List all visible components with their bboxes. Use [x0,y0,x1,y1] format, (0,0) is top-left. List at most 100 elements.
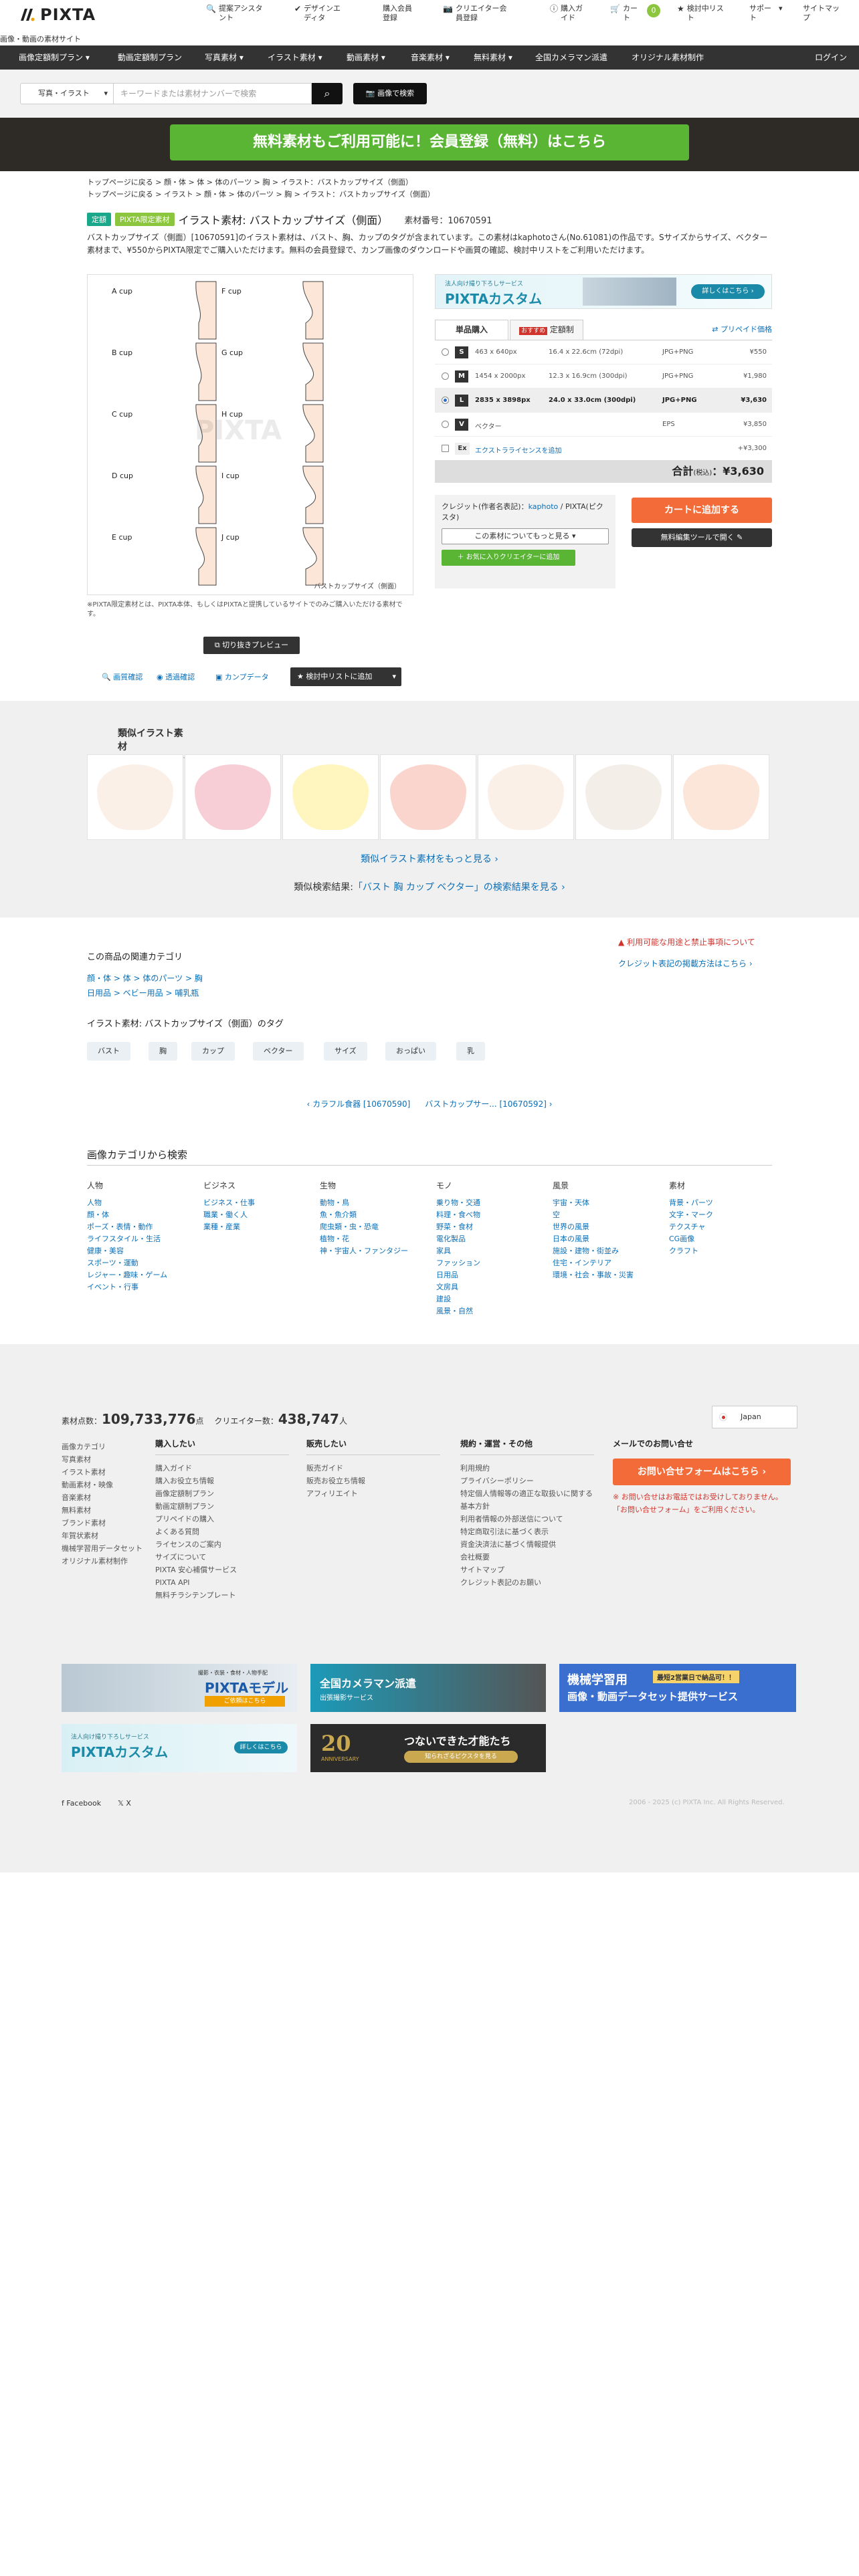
nav-buy-guide[interactable]: ⓘ 購入ガイド [550,4,587,23]
related-cat-link[interactable]: 顔・体 > 体 > 体のパーツ > 胸 [87,972,203,984]
footer-link[interactable]: 会社概要 [460,1551,594,1564]
x-link[interactable]: 𝕏 X [118,1799,131,1808]
category-link[interactable]: 顔・体 [87,1209,167,1221]
nav-sitemap[interactable]: サイトマップ [803,4,846,23]
category-link[interactable]: 魚・魚介類 [320,1209,408,1221]
similar-thumbnail[interactable] [380,754,476,840]
category-link[interactable]: ファッション [436,1257,480,1269]
cat-original[interactable]: オリジナル素材制作 [632,45,704,70]
signup-banner-button[interactable]: 無料素材もご利用可能に！会員登録（無料）はこちら [170,124,689,160]
footer-link[interactable]: 機械学習用データセット [62,1542,142,1555]
category-link[interactable]: イベント・行事 [87,1281,167,1293]
comp-data-link[interactable]: ▣ カンプデータ [215,671,269,682]
category-link[interactable]: ポーズ・表情・動作 [87,1221,167,1233]
footer-link[interactable]: 特定商取引法に基づく表示 [460,1525,594,1538]
category-link[interactable]: 住宅・インテリア [553,1257,634,1269]
add-to-list-button[interactable]: ★ 検討中リストに追加 ▾ [290,667,401,686]
footer-link[interactable]: 無料チラシテンプレート [155,1589,289,1602]
creator-link[interactable]: kaphoto [529,502,559,511]
category-link[interactable]: 健康・美容 [87,1245,167,1257]
size-radio[interactable] [442,372,449,380]
pixta-custom-banner[interactable]: 法人向け撮り下ろしサービス PIXTAカスタム 詳しくはこちら [62,1724,297,1772]
credit-note-link[interactable]: クレジット表記の掲載方法はこちら › [618,958,753,969]
category-link[interactable]: 日用品 [436,1269,480,1281]
ad-button[interactable]: 詳しくはこちら › [691,284,765,299]
image-search-button[interactable]: 📷 画像で検索 [353,83,427,104]
pixta-custom-ad[interactable]: 法人向け撮り下ろしサービス PIXTAカスタム 詳しくはこちら › [435,274,772,309]
similar-more-link[interactable]: 類似イラスト素材をもっと見る › [0,852,859,865]
prepaid-price-link[interactable]: ⇄ プリペイド価格 [712,324,772,334]
category-link[interactable]: 人物 [87,1197,167,1209]
search-input[interactable]: キーワードまたは素材ナンバーで検索 [114,83,312,104]
size-row-l[interactable]: L 2835 x 3898px 24.0 x 33.0cm (300dpi) JPG+… [435,389,772,413]
footer-link[interactable]: 資金決済法に基づく情報提供 [460,1538,594,1551]
footer-link[interactable]: 購入ガイド [155,1462,289,1475]
nav-cart[interactable]: 🛒 カート 0 [610,4,660,23]
category-link[interactable]: テクスチャ [669,1221,713,1233]
size-radio[interactable] [442,348,449,356]
category-link[interactable]: 宇宙・天体 [553,1197,634,1209]
usage-link[interactable]: ▲ 利用可能な用途と禁止事項について [618,936,755,948]
footer-link[interactable]: プライバシーポリシー [460,1475,594,1487]
category-link[interactable]: 神・宇宙人・ファンタジー [320,1245,408,1257]
footer-link[interactable]: 販売ガイド [306,1462,440,1475]
search-type-select[interactable]: 写真・イラスト ▾ [20,83,114,104]
footer-link[interactable]: 利用者情報の外部送信について [460,1513,594,1525]
cat-video-plan[interactable]: 動画定額制プラン [118,45,182,70]
tag-chip[interactable]: ベクター [253,1042,304,1061]
category-link[interactable]: 日本の風景 [553,1233,634,1245]
similar-thumbnail[interactable] [478,754,574,840]
more-by-creator-button[interactable]: この素材についてもっと見る ▾ [442,528,609,544]
nav-design-editor[interactable]: ✔ デザインエディタ [294,4,344,23]
category-link[interactable]: 電化製品 [436,1233,480,1245]
category-link[interactable]: 業種・産業 [203,1221,255,1233]
category-link[interactable]: ライフスタイル・生活 [87,1233,167,1245]
footer-link[interactable]: 画像定額制プラン [155,1487,289,1500]
category-link[interactable]: 家具 [436,1245,480,1257]
favorite-creator-button[interactable]: ＋ お気に入りクリエイターに追加 [442,550,575,566]
similar-search-link[interactable]: 「バスト 胸 カップ ベクター」の検索結果を見る › [353,882,565,893]
extra-license-checkbox[interactable] [442,445,449,452]
category-link[interactable]: 爬虫類・虫・恐竜 [320,1221,408,1233]
footer-link[interactable]: サイトマップ [460,1564,594,1576]
footer-link[interactable]: 購入お役立ち情報 [155,1475,289,1487]
cat-video[interactable]: 動画素材 ▾ [347,45,385,70]
cameraman-banner[interactable]: 全国カメラマン派遣 出張撮影サービス [310,1664,546,1712]
category-link[interactable]: 動物・鳥 [320,1197,408,1209]
footer-link[interactable]: 販売お役立ち情報 [306,1475,440,1487]
quality-check-link[interactable]: 🔍 画質確認 [102,671,142,682]
similar-thumbnail[interactable] [185,754,281,840]
footer-link[interactable]: 利用規約 [460,1462,594,1475]
category-link[interactable]: 空 [553,1209,634,1221]
size-radio[interactable] [442,421,449,428]
similar-thumbnail[interactable] [673,754,769,840]
tag-chip[interactable]: 乳 [456,1042,485,1061]
pixta-logo[interactable]: PIXTA [19,5,96,24]
breadcrumb[interactable]: トップページに戻る > 顔・体 > 体 > 体のパーツ > 胸 > イラスト：バ… [87,177,413,187]
footer-link[interactable]: 画像カテゴリ [62,1440,142,1453]
category-link[interactable]: 施設・建物・街並み [553,1245,634,1257]
category-link[interactable]: 野菜・食材 [436,1221,480,1233]
nav-wishlist[interactable]: ★ 検討中リスト [677,4,727,23]
cat-photo[interactable]: 写真素材 ▾ [205,45,244,70]
nav-assistant[interactable]: 🔍 提案アシスタント [206,4,266,23]
size-row-s[interactable]: S 463 x 640px 16.4 x 22.6cm (72dpi) JPG+PNG… [435,340,772,364]
size-row-m[interactable]: M 1454 x 2000px 12.3 x 16.9cm (300dpi) JPG+… [435,364,772,389]
cat-image-plan[interactable]: 画像定額制プラン ▾ [19,45,90,70]
size-row-extra[interactable]: Ex エクストラライセンスを追加 +¥3,300 [435,437,772,461]
footer-link[interactable]: よくある質問 [155,1525,289,1538]
tag-chip[interactable]: 胸 [149,1042,177,1061]
footer-link[interactable]: ライセンスのご案内 [155,1538,289,1551]
category-link[interactable]: 背景・パーツ [669,1197,713,1209]
country-select[interactable]: Japan [712,1406,797,1428]
footer-link[interactable]: 写真素材 [62,1453,142,1466]
anniversary-banner[interactable]: 20 ANNIVERSARY つないできた才能たち 知られざるピクスタを見る [310,1724,546,1772]
category-link[interactable]: ビジネス・仕事 [203,1197,255,1209]
footer-link[interactable]: オリジナル素材制作 [62,1555,142,1568]
footer-link[interactable]: ブランド素材 [62,1517,142,1529]
category-link[interactable]: 乗り物・交通 [436,1197,480,1209]
add-to-cart-button[interactable]: カートに追加する [632,498,772,523]
footer-link[interactable]: サイズについて [155,1551,289,1564]
category-link[interactable]: 植物・花 [320,1233,408,1245]
transparency-check-link[interactable]: ◉ 透過確認 [157,671,195,682]
